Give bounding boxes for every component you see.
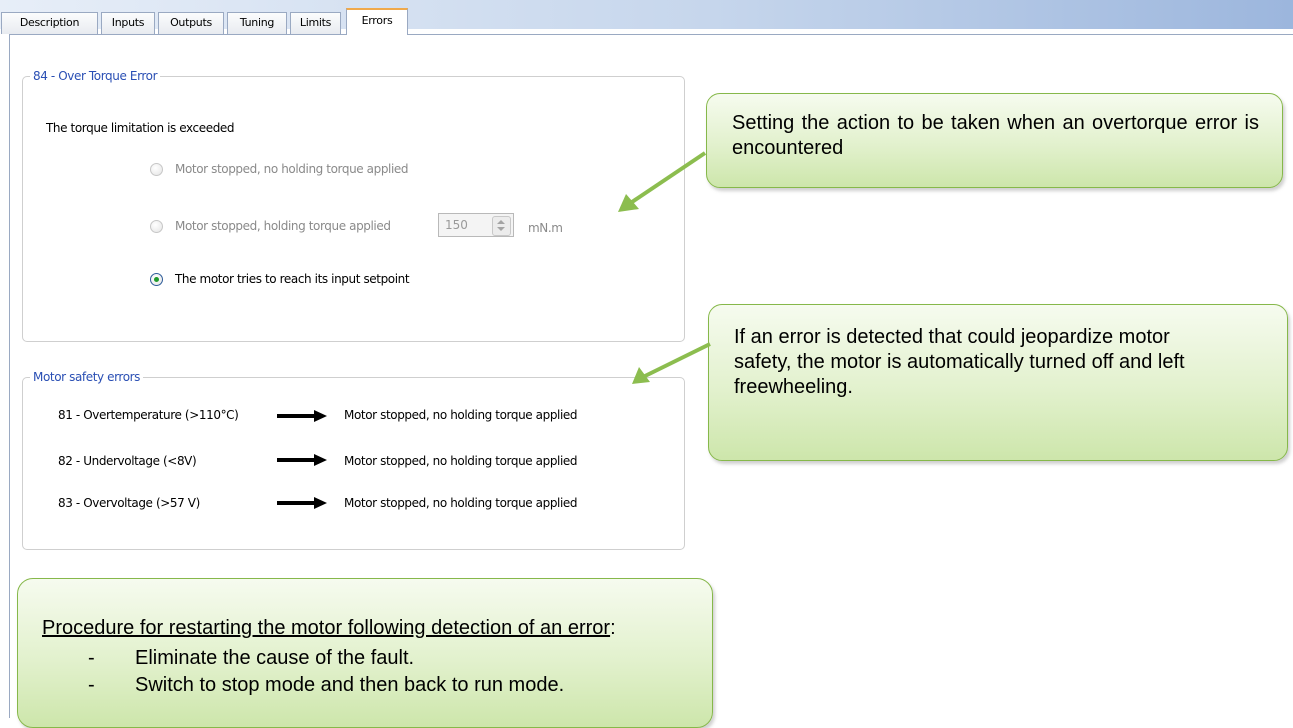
radio-reach-setpoint-label: The motor tries to reach its input setpo… bbox=[175, 272, 410, 286]
safety-action-overtemperature: Motor stopped, no holding torque applied bbox=[344, 408, 578, 422]
tab-inputs[interactable]: Inputs bbox=[101, 12, 155, 34]
tab-panel-top-border bbox=[9, 34, 1293, 35]
radio-holding-torque[interactable] bbox=[150, 220, 163, 233]
procedure-title-colon: : bbox=[610, 617, 616, 639]
over-torque-group: 84 - Over Torque Error bbox=[22, 69, 685, 342]
procedure-heading: Procedure for restarting the motor follo… bbox=[42, 616, 616, 641]
right-arrow-icon bbox=[277, 410, 327, 422]
procedure-bullet: - bbox=[88, 647, 95, 669]
right-arrow-icon bbox=[277, 454, 327, 466]
tab-outputs[interactable]: Outputs bbox=[158, 12, 224, 34]
procedure-step-text: Eliminate the cause of the fault. bbox=[135, 647, 415, 669]
callout-pointer-arrow-icon bbox=[632, 342, 711, 384]
tab-tuning[interactable]: Tuning bbox=[227, 12, 287, 34]
tab-description[interactable]: Description bbox=[1, 12, 98, 34]
tab-limits[interactable]: Limits bbox=[290, 12, 341, 34]
radio-no-holding-torque-label: Motor stopped, no holding torque applied bbox=[175, 162, 409, 176]
procedure-step: - Switch to stop mode and then back to ru… bbox=[88, 673, 564, 698]
tab-errors[interactable]: Errors bbox=[346, 8, 408, 35]
holding-torque-unit: mN.m bbox=[528, 221, 563, 235]
callout-procedure: Procedure for restarting the motor follo… bbox=[17, 578, 713, 728]
spin-arrows-icon[interactable] bbox=[492, 216, 511, 236]
safety-error-undervoltage: 82 - Undervoltage (<8V) bbox=[58, 454, 197, 468]
over-torque-group-title: 84 - Over Torque Error bbox=[30, 69, 161, 83]
procedure-step-text: Switch to stop mode and then back to run… bbox=[135, 674, 565, 696]
right-arrow-icon bbox=[277, 497, 327, 509]
safety-error-overvoltage: 83 - Overvoltage (>57 V) bbox=[58, 496, 200, 510]
radio-reach-setpoint[interactable] bbox=[150, 273, 163, 286]
holding-torque-spinbox[interactable]: 150 bbox=[438, 213, 514, 237]
callout-safety: If an error is detected that could jeopa… bbox=[708, 304, 1288, 461]
procedure-step: - Eliminate the cause of the fault. bbox=[88, 646, 414, 671]
procedure-title: Procedure for restarting the motor follo… bbox=[42, 617, 611, 639]
safety-error-overtemperature: 81 - Overtemperature (>110°C) bbox=[58, 408, 239, 422]
safety-errors-group-title: Motor safety errors bbox=[30, 370, 144, 384]
over-torque-description: The torque limitation is exceeded bbox=[46, 121, 235, 135]
tab-panel-left-border bbox=[9, 34, 10, 718]
holding-torque-value: 150 bbox=[445, 218, 468, 232]
safety-action-overvoltage: Motor stopped, no holding torque applied bbox=[344, 496, 578, 510]
callout-safety-text: If an error is detected that could jeopa… bbox=[734, 326, 1185, 398]
callout-overtorque: Setting the action to be taken when an o… bbox=[706, 93, 1283, 188]
radio-holding-torque-label: Motor stopped, holding torque applied bbox=[175, 219, 391, 233]
radio-no-holding-torque[interactable] bbox=[150, 163, 163, 176]
procedure-bullet: - bbox=[88, 674, 95, 696]
callout-pointer-arrow-icon bbox=[618, 151, 707, 212]
callout-overtorque-text: Setting the action to be taken when an o… bbox=[732, 112, 1259, 159]
safety-action-undervoltage: Motor stopped, no holding torque applied bbox=[344, 454, 578, 468]
